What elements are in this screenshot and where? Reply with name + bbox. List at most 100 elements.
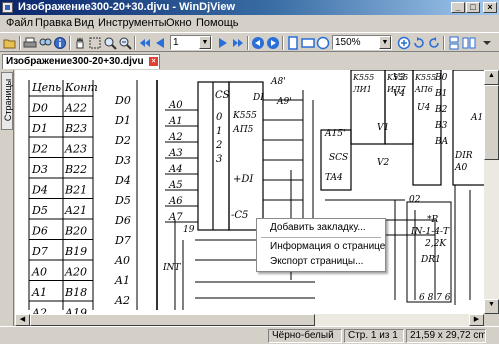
zoom-combo[interactable]: 150% ▼: [332, 35, 392, 50]
minimize-button[interactable]: _: [451, 2, 465, 13]
page-number-value: 1: [173, 37, 179, 48]
schematic-label: A15': [324, 129, 345, 139]
tab-close-icon[interactable]: ×: [149, 57, 158, 66]
chip-label: K555: [352, 73, 374, 82]
pin-label: A5: [168, 180, 183, 191]
toolbar-overflow-icon[interactable]: [480, 36, 494, 50]
chip-label: АП5: [232, 125, 254, 135]
schematic-label: BA: [434, 137, 449, 147]
zoom-rect-icon[interactable]: [103, 36, 117, 50]
bus-label: D5: [114, 194, 131, 207]
menu-page-info[interactable]: Информация о странице: [257, 240, 385, 253]
rotate-right-icon[interactable]: [427, 36, 441, 50]
context-menu: Добавить закладку... Информация о страни…: [256, 218, 386, 272]
scroll-right-icon[interactable]: ▶: [469, 314, 484, 326]
table-cell-chain: A2: [31, 307, 47, 315]
pin-label: 1: [216, 126, 222, 137]
table-cell-chain: A0: [31, 266, 47, 279]
status-color-mode: Чёрно-белый: [268, 329, 342, 343]
fit-width-icon[interactable]: [301, 36, 315, 50]
scroll-down-icon[interactable]: ▼: [484, 299, 499, 314]
facing-icon[interactable]: [462, 36, 476, 50]
chip-label: U4: [417, 103, 431, 113]
table-cell-contact: B19: [64, 245, 87, 258]
maximize-button[interactable]: □: [466, 2, 480, 13]
schematic-label: 6 8 7 6: [419, 293, 451, 303]
connector-table: [28, 80, 158, 310]
chip-ap5: [197, 81, 264, 231]
app-icon[interactable]: [2, 2, 13, 13]
vertical-scrollbar[interactable]: ▲ ▼: [484, 70, 499, 314]
find-icon[interactable]: [38, 36, 52, 50]
pin-label: 02: [409, 195, 421, 205]
rotate-left-icon[interactable]: [412, 36, 426, 50]
chip-label: AП6: [414, 85, 433, 94]
forward-icon[interactable]: [266, 36, 280, 50]
pin-label: A6: [168, 196, 183, 207]
schematic-label: DIR: [454, 151, 473, 161]
schematic-label: A8': [270, 77, 286, 87]
menu-help[interactable]: Помощь: [196, 17, 239, 30]
menu-view[interactable]: Вид: [74, 17, 94, 30]
schematic-label: A9': [276, 97, 292, 107]
menu-tools[interactable]: Инструменты: [98, 17, 167, 30]
tab-document[interactable]: Изображение300-20+30.djvu ×: [2, 54, 160, 69]
schematic-label: INT: [162, 263, 181, 273]
schematic-label: 19: [183, 225, 195, 235]
horizontal-scroll-thumb[interactable]: [30, 314, 315, 326]
menu-file[interactable]: Файл: [6, 17, 33, 30]
actual-size-icon[interactable]: [316, 36, 330, 50]
table-cell-chain: D1: [31, 122, 48, 135]
schematic-page: ЦепьD0D1D2D3D4D5D6D7A0A1A2 КонтA22B23A23…: [28, 70, 484, 315]
schematic-label: B1: [434, 89, 447, 99]
table-cell-chain: D5: [31, 204, 48, 217]
schematic-label: V3: [393, 73, 405, 83]
table-cell-chain: D6: [31, 225, 48, 238]
back-icon[interactable]: [251, 36, 265, 50]
status-page-size: 21,59 x 29,72 cm: [406, 329, 486, 343]
menu-window[interactable]: Окно: [166, 17, 192, 30]
chip-label: K555: [232, 111, 257, 121]
close-button[interactable]: ×: [483, 2, 497, 13]
scroll-up-icon[interactable]: ▲: [484, 70, 499, 85]
schematic-label: V1: [377, 123, 389, 133]
select-tool-icon[interactable]: [88, 36, 102, 50]
zoom-value: 150%: [335, 37, 361, 48]
chip-label: K555: [414, 73, 436, 82]
fit-page-icon[interactable]: [286, 36, 300, 50]
chevron-down-icon[interactable]: ▼: [379, 36, 391, 49]
bus-label: D7: [114, 234, 131, 247]
vertical-scroll-thumb[interactable]: [484, 85, 499, 160]
zoom-in-icon[interactable]: [397, 36, 411, 50]
menu-export-page[interactable]: Экспорт страницы...: [257, 255, 385, 268]
continuous-icon[interactable]: [447, 36, 461, 50]
schematic-label: DI: [252, 93, 264, 103]
menu-separator: [261, 237, 381, 238]
table-cell-chain: D7: [31, 245, 48, 258]
menu-add-bookmark[interactable]: Добавить закладку...: [257, 221, 385, 234]
last-page-icon[interactable]: [231, 36, 245, 50]
pin-label: 0: [216, 112, 223, 123]
table-cell-chain: D3: [31, 163, 48, 176]
first-page-icon[interactable]: [138, 36, 152, 50]
info-icon[interactable]: [53, 36, 67, 50]
page-number-combo[interactable]: 1 ▼: [170, 35, 212, 50]
menu-edit[interactable]: Правка: [35, 17, 72, 30]
chip-label: ЛИ1: [352, 85, 372, 94]
sidebar-tab-pages[interactable]: Страницы: [1, 72, 13, 130]
prev-page-icon[interactable]: [153, 36, 167, 50]
hand-tool-icon[interactable]: [73, 36, 87, 50]
next-page-icon[interactable]: [216, 36, 230, 50]
scroll-left-icon[interactable]: ◀: [15, 314, 30, 326]
horizontal-scrollbar[interactable]: ◀ ▶: [15, 314, 484, 326]
zoom-in-tool-icon[interactable]: [118, 36, 132, 50]
open-icon[interactable]: [3, 36, 17, 50]
bus-label: A0: [114, 254, 130, 267]
table-cell-contact: B22: [64, 163, 87, 176]
schematic-label: B0: [434, 73, 448, 83]
table-cell-contact: A22: [64, 102, 87, 115]
schematic-label: IN-1-4-Т: [410, 227, 450, 237]
document-viewer[interactable]: Цепь D0 D1 D2 D3 D4 D5 D6 D7 A0 A1 A2 Конт A22 B23 A23…: [15, 70, 484, 314]
chevron-down-icon[interactable]: ▼: [199, 36, 211, 49]
print-icon[interactable]: [23, 36, 37, 50]
